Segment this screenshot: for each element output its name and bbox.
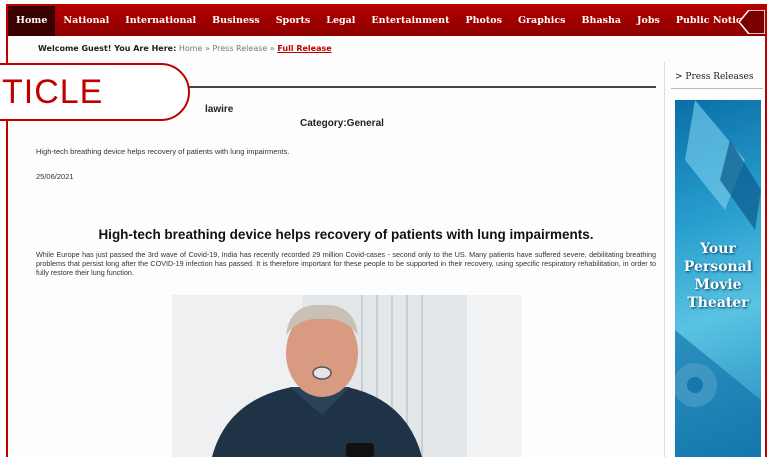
nav-photos[interactable]: Photos (457, 6, 509, 36)
article-source: lawire (205, 104, 234, 115)
nav-business[interactable]: Business (204, 6, 268, 36)
nav-legal[interactable]: Legal (318, 6, 363, 36)
breadcrumb: Welcome Guest! You Are Here: Home » Pres… (38, 44, 332, 53)
nav-national[interactable]: National (55, 6, 117, 36)
sidebar-divider (671, 88, 763, 89)
breadcrumb-home-link[interactable]: Home (179, 44, 203, 53)
article-banner-label: TICLE (2, 73, 104, 111)
sidebar-heading[interactable]: > Press Releases (675, 72, 753, 82)
chevron-right-icon: > (675, 72, 683, 82)
breadcrumb-welcome: Welcome Guest! You Are Here: (38, 44, 177, 53)
nav-graphics[interactable]: Graphics (510, 6, 574, 36)
article-photo (172, 295, 522, 457)
breadcrumb-section-link[interactable]: Press Release (212, 44, 267, 53)
man-with-breathing-device-image (172, 295, 522, 457)
article-headline: High-tech breathing device helps recover… (98, 227, 594, 242)
main-navigation: Home National International Business Spo… (8, 6, 765, 36)
breadcrumb-separator: » (205, 44, 210, 53)
ad-text: Your Personal Movie Theater (683, 241, 753, 311)
sidebar: > Press Releases Your Personal Movie The… (664, 62, 766, 457)
scroll-left-arrow-icon[interactable] (739, 10, 765, 34)
article-body: While Europe has just passed the 3rd wav… (36, 250, 656, 277)
advertisement-banner[interactable]: Your Personal Movie Theater (675, 100, 761, 457)
breadcrumb-current[interactable]: Full Release (277, 44, 331, 53)
nav-entertainment[interactable]: Entertainment (363, 6, 457, 36)
article-banner: TICLE (0, 63, 190, 121)
nav-sports[interactable]: Sports (268, 6, 319, 36)
nav-bhasha[interactable]: Bhasha (574, 6, 630, 36)
nav-international[interactable]: International (117, 6, 204, 36)
breadcrumb-separator: » (269, 44, 275, 53)
article-date: 25/06/2021 (36, 172, 74, 181)
nav-home[interactable]: Home (8, 6, 56, 36)
article-summary: High-tech breathing device helps recover… (36, 147, 290, 156)
nav-jobs[interactable]: Jobs (629, 6, 668, 36)
sidebar-heading-label: Press Releases (685, 72, 754, 82)
article-category: Category:General (300, 118, 384, 129)
